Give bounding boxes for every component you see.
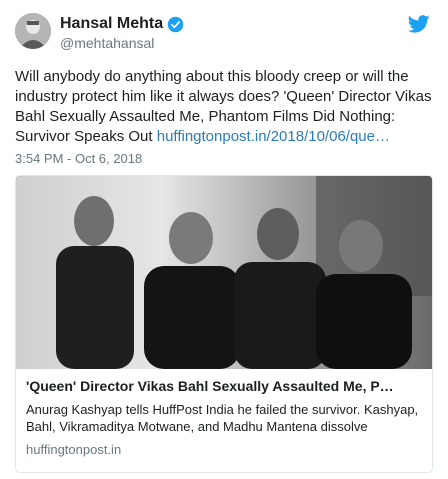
tweet-link[interactable]: huffingtonpost.in/2018/10/06/que… [157, 128, 390, 145]
card-domain[interactable]: huffingtonpost.in [26, 442, 422, 457]
author-handle[interactable]: @mehtahansal [60, 35, 154, 51]
card-description: Anurag Kashyap tells HuffPost India he f… [26, 402, 419, 434]
verified-badge-icon [167, 16, 184, 32]
card-body[interactable]: 'Queen' Director Vikas Bahl Sexually Ass… [16, 369, 432, 457]
avatar[interactable] [15, 13, 51, 49]
card-photo[interactable] [16, 176, 432, 369]
author-display-name[interactable]: Hansal Mehta [60, 15, 163, 33]
author-name-row[interactable]: Hansal Mehta [60, 15, 184, 33]
tweet-timestamp[interactable]: 3:54 PM - Oct 6, 2018 [15, 151, 142, 166]
avatar-photo [15, 13, 51, 49]
card-title[interactable]: 'Queen' Director Vikas Bahl Sexually Ass… [26, 377, 422, 395]
twitter-bird-icon[interactable] [408, 15, 430, 33]
link-card[interactable]: 'Queen' Director Vikas Bahl Sexually Ass… [15, 175, 433, 473]
tweet-text: Will anybody do anything about this bloo… [15, 67, 433, 147]
